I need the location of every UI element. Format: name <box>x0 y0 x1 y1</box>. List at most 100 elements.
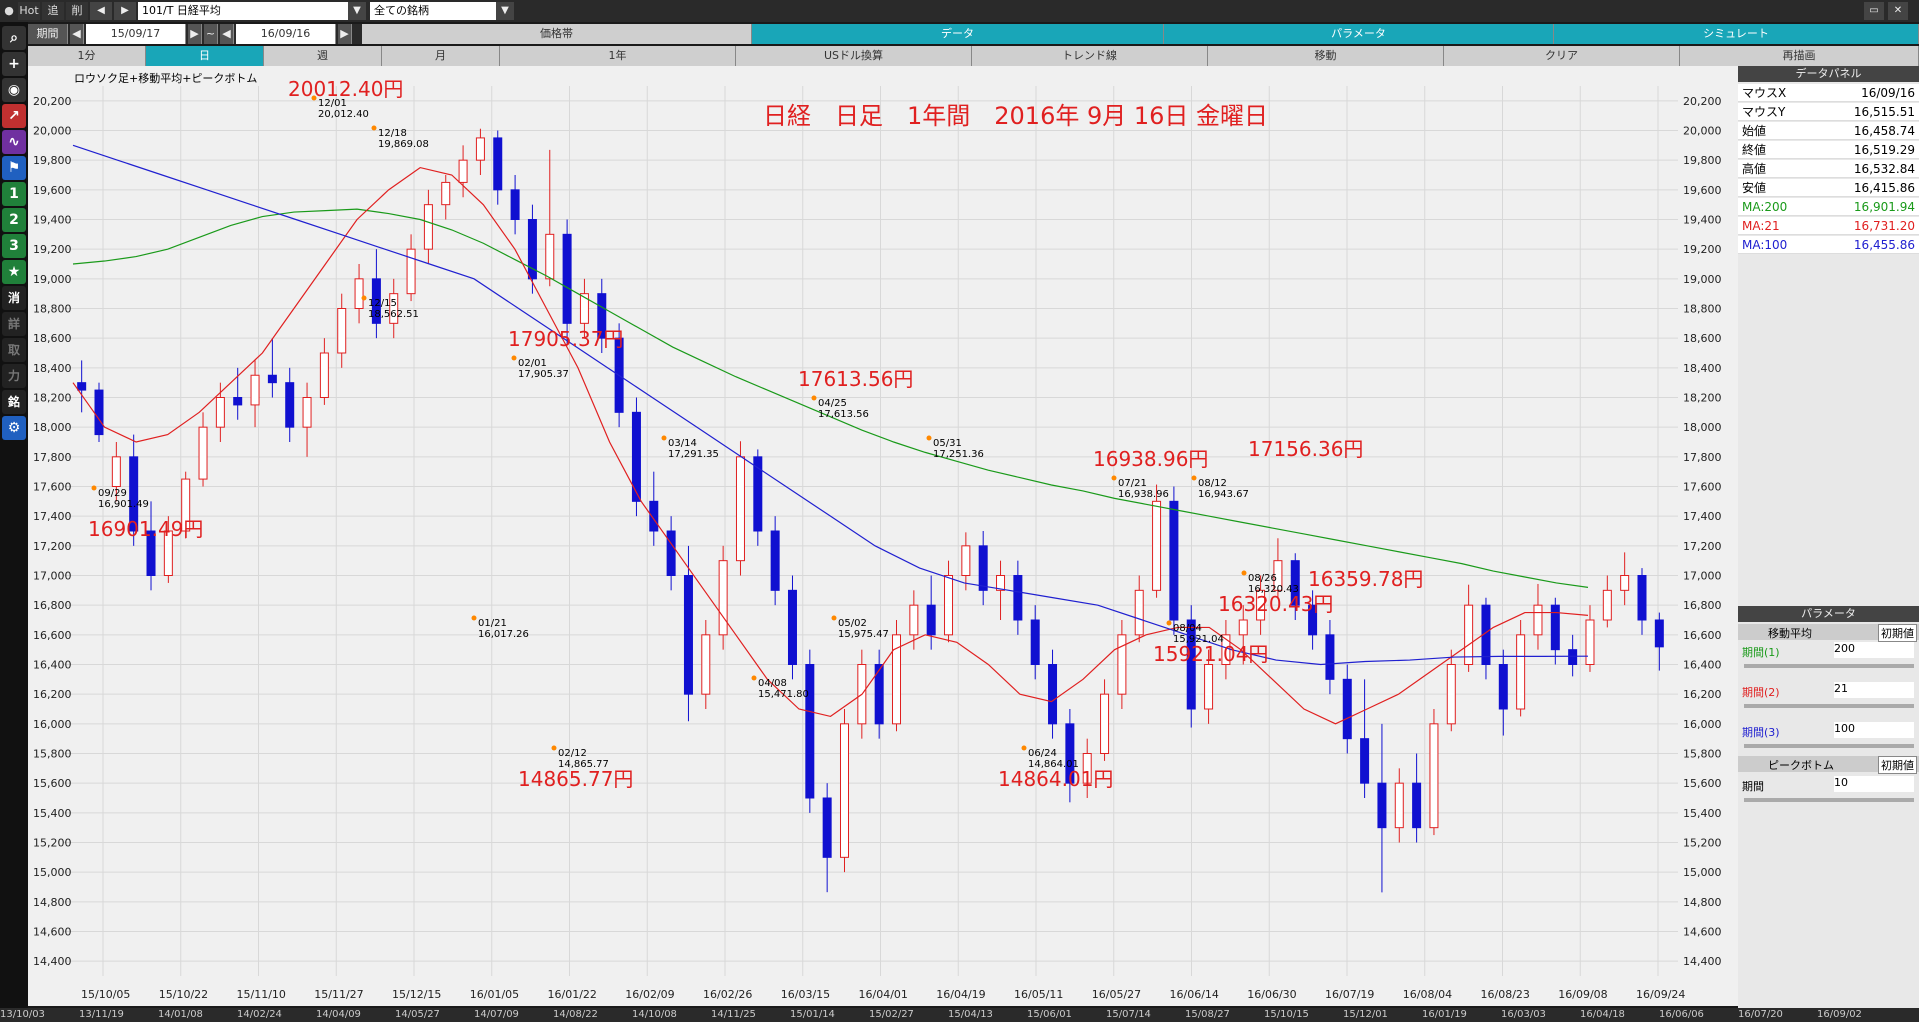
peak-date: 02/01 <box>518 358 547 369</box>
tab-clear[interactable]: クリア <box>1444 46 1680 66</box>
chevron-down-icon[interactable]: ▼ <box>496 2 514 20</box>
tab-week[interactable]: 週 <box>264 46 382 66</box>
candle-body <box>735 456 745 562</box>
peak-date: 05/02 <box>838 618 867 629</box>
trade-button[interactable]: 取 <box>2 338 26 362</box>
camera-icon[interactable]: ◉ <box>2 78 26 102</box>
y-tick-label: 20,000 <box>33 125 72 138</box>
layout-2-icon[interactable]: 2 <box>2 208 26 232</box>
y-tick-label: 18,600 <box>1683 332 1722 345</box>
tab-usd[interactable]: USドル換算 <box>736 46 972 66</box>
next-icon[interactable]: ▶ <box>114 2 136 20</box>
period2-slider[interactable] <box>1744 704 1914 708</box>
period2-input[interactable]: 21 <box>1834 682 1914 698</box>
delete-button[interactable]: 削 <box>66 2 88 20</box>
candlestick-chart[interactable]: 20,200 20,200 20,000 20,000 19,800 19,800 19,6… <box>28 66 1738 1006</box>
search-icon[interactable]: ⌕ <box>2 26 26 50</box>
tab-parameter[interactable]: パラメータ <box>1164 24 1554 44</box>
y-tick-label: 17,200 <box>33 540 72 553</box>
chart-line-icon[interactable]: ↗ <box>2 104 26 128</box>
chevron-down-icon[interactable]: ▼ <box>348 2 366 20</box>
candle-body <box>337 308 347 354</box>
candle-body <box>1360 738 1370 784</box>
code-field[interactable]: 101/T 日経平均 <box>138 2 348 20</box>
peak-price-label: 16359.78円 <box>1308 567 1423 591</box>
filter-select[interactable]: 全ての銘柄 <box>370 2 496 20</box>
peak-date: 06/24 <box>1028 748 1057 759</box>
prev-icon[interactable]: ◀ <box>220 24 234 44</box>
pb-period-slider[interactable] <box>1744 798 1914 802</box>
tab-price-band[interactable]: 価格帯 <box>362 24 752 44</box>
data-row: マウスX 16/09/16 <box>1738 84 1919 102</box>
detail-button[interactable]: 詳 <box>2 312 26 336</box>
timeline-date: 13/10/03 <box>0 1009 45 1020</box>
period3-slider[interactable] <box>1744 744 1914 748</box>
tab-1year[interactable]: 1年 <box>500 46 736 66</box>
x-tick-label: 15/10/22 <box>159 988 208 1001</box>
y-tick-label: 17,200 <box>1683 540 1722 553</box>
peak-value: 15,975.47 <box>838 629 889 640</box>
layout-1-icon[interactable]: 1 <box>2 182 26 206</box>
minimize-icon[interactable]: ▭ <box>1864 2 1884 20</box>
tab-move[interactable]: 移動 <box>1208 46 1444 66</box>
overview-timeline[interactable]: 13/10/03 13/11/19 14/01/08 14/02/24 14/04/09… <box>0 1008 1919 1022</box>
candle-body <box>1533 604 1543 636</box>
peak-price-label: 14865.77円 <box>518 767 633 791</box>
y-tick-label: 19,200 <box>1683 243 1722 256</box>
hot-button[interactable]: Hot <box>18 2 40 20</box>
param-panel-title: パラメータ <box>1738 606 1919 622</box>
y-tick-label: 15,600 <box>33 777 72 790</box>
candle-body <box>441 181 451 206</box>
chart-area[interactable]: 20,200 20,200 20,000 20,000 19,800 19,800 19,6… <box>28 66 1738 1006</box>
y-tick-label: 19,800 <box>33 154 72 167</box>
chart-wave-icon[interactable]: ∿ <box>2 130 26 154</box>
period3-input[interactable]: 100 <box>1834 722 1914 738</box>
brand-button[interactable]: 銘 <box>2 390 26 414</box>
close-icon[interactable]: ✕ <box>1888 2 1908 20</box>
bulb-icon[interactable]: ● <box>0 2 18 20</box>
tab-month[interactable]: 月 <box>382 46 500 66</box>
tab-simulate[interactable]: シミュレート <box>1554 24 1919 44</box>
star-icon[interactable]: ★ <box>2 260 26 284</box>
prev-icon[interactable]: ◀ <box>90 2 112 20</box>
tab-1min[interactable]: 1分 <box>28 46 146 66</box>
tab-day[interactable]: 日 <box>146 46 264 66</box>
y-tick-label: 18,000 <box>1683 421 1722 434</box>
candle-body <box>302 397 312 428</box>
erase-button[interactable]: 消 <box>2 286 26 310</box>
peak-marker <box>751 675 757 681</box>
peak-date: 05/31 <box>933 438 962 449</box>
candle-body <box>1100 693 1110 755</box>
period1-input[interactable]: 200 <box>1834 642 1914 658</box>
candle-body <box>944 575 954 636</box>
x-tick-label: 16/03/15 <box>781 988 830 1001</box>
peak-marker <box>471 615 477 621</box>
add-button[interactable]: 追 <box>42 2 64 20</box>
period-to-field[interactable]: 16/09/16 <box>236 24 336 44</box>
y-tick-label: 18,200 <box>33 392 72 405</box>
pb-init-button[interactable]: 初期値 <box>1878 756 1917 774</box>
tab-trendline[interactable]: トレンド線 <box>972 46 1208 66</box>
prev-icon[interactable]: ◀ <box>70 24 84 44</box>
next-icon[interactable]: ▶ <box>338 24 352 44</box>
candle-body <box>493 137 503 191</box>
tab-data[interactable]: データ <box>752 24 1164 44</box>
init-button[interactable]: 初期値 <box>1878 624 1917 642</box>
peak-marker <box>1111 475 1117 481</box>
layout-3-icon[interactable]: 3 <box>2 234 26 258</box>
flag-icon[interactable]: ⚑ <box>2 156 26 180</box>
peak-marker <box>661 435 667 441</box>
data-row: 始値 16,458.74 <box>1738 122 1919 140</box>
gear-icon[interactable]: ⚙ <box>2 416 26 440</box>
period1-slider[interactable] <box>1744 664 1914 668</box>
timeline-date: 16/09/02 <box>1817 1009 1862 1020</box>
pb-period-input[interactable]: 10 <box>1834 776 1914 792</box>
next-icon[interactable]: ▶ <box>188 24 202 44</box>
tab-redraw[interactable]: 再描画 <box>1680 46 1919 66</box>
power-button[interactable]: 力 <box>2 364 26 388</box>
peak-marker <box>371 125 377 131</box>
crosshair-icon[interactable]: + <box>2 52 26 76</box>
x-tick-label: 16/08/23 <box>1481 988 1530 1001</box>
top-toolbar: ● Hot 追 削 ◀ ▶ 101/T 日経平均 ▼ 全ての銘柄 ▼ ▭ ✕ <box>0 0 1919 22</box>
period-from-field[interactable]: 15/09/17 <box>86 24 186 44</box>
